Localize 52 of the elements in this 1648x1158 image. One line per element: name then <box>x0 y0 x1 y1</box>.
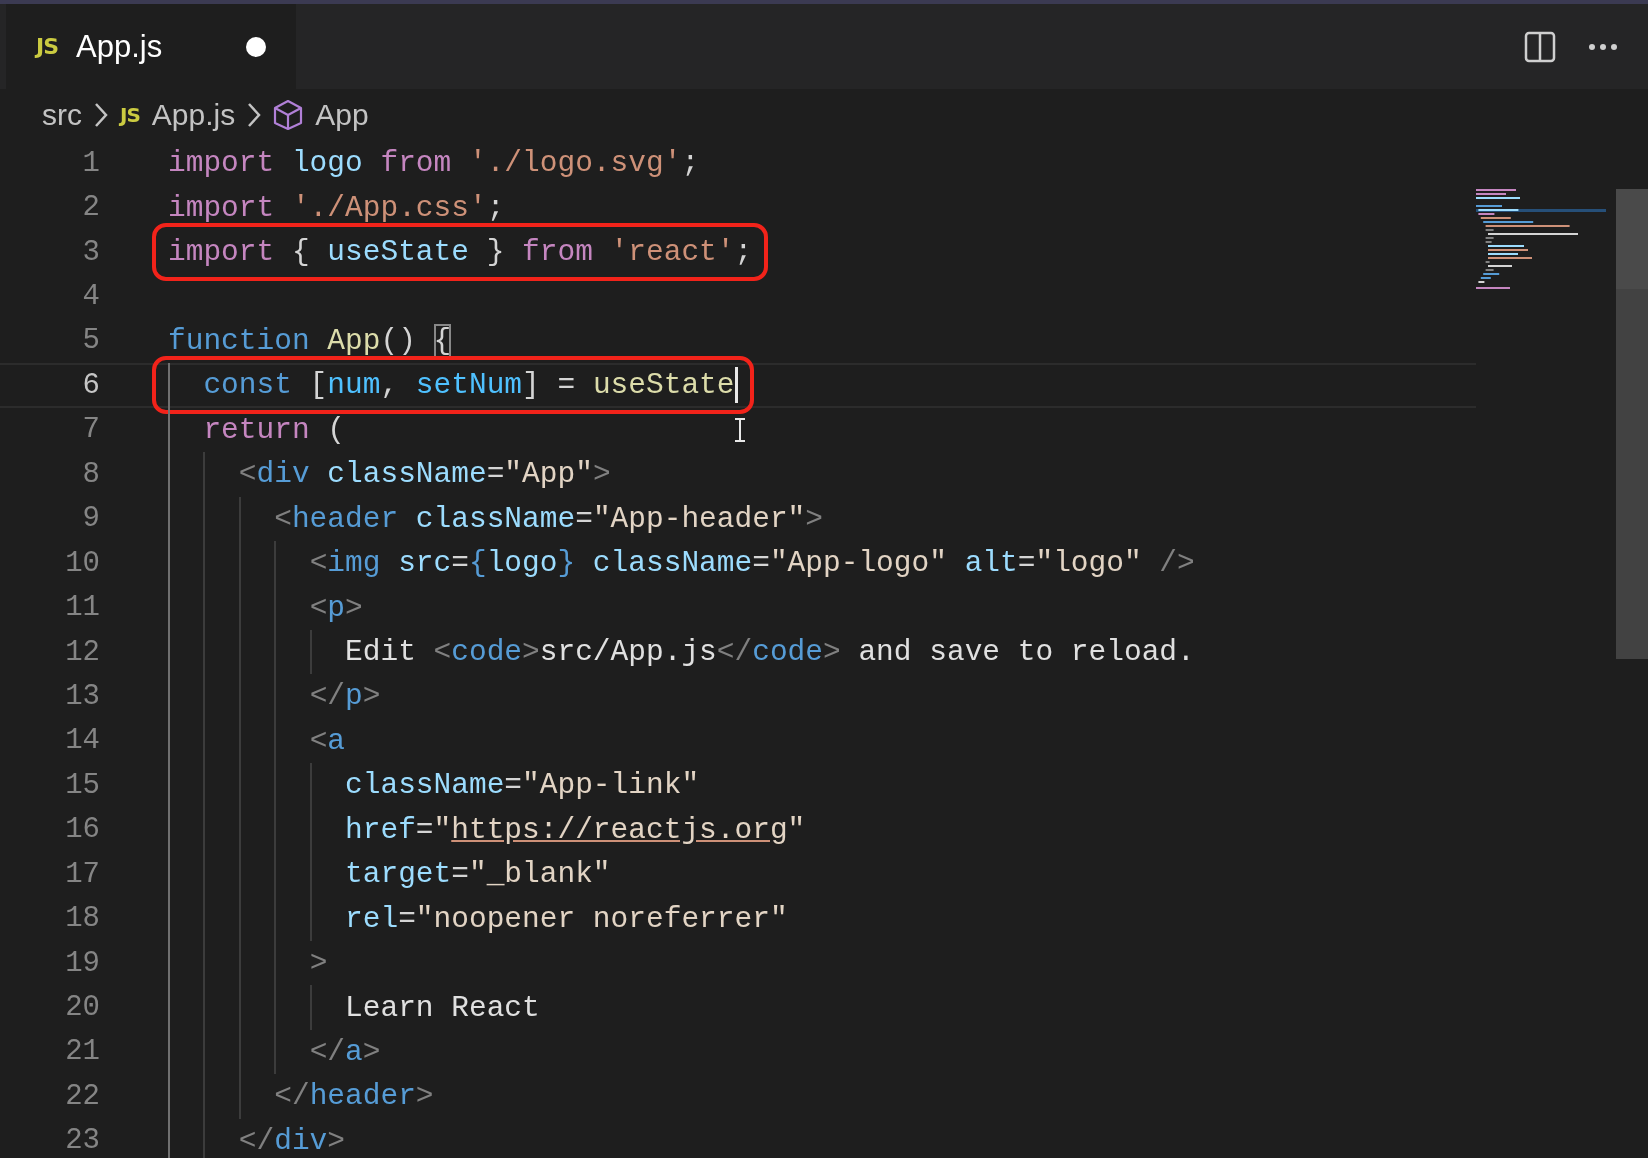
line-number: 7 <box>81 413 100 447</box>
scrollbar-thumb[interactable] <box>1616 189 1648 659</box>
line-number: 11 <box>64 591 100 625</box>
code-line: import logo from './logo.svg'; <box>168 145 700 183</box>
code-line: rel="noopener noreferrer" <box>168 896 788 941</box>
file-tab[interactable]: JS App.js <box>6 4 296 89</box>
line-number: 12 <box>64 635 100 669</box>
line-number: 1 <box>81 146 100 180</box>
js-file-icon: JS <box>36 34 59 59</box>
code-line: </p> <box>168 674 381 719</box>
line-number: 4 <box>81 280 100 314</box>
line-number: 6 <box>81 368 100 402</box>
line-number: 5 <box>81 324 100 358</box>
code-line: <div className="App"> <box>168 452 611 497</box>
line-number: 19 <box>64 946 100 980</box>
tab-label: App.js <box>76 28 164 65</box>
line-number: 3 <box>81 235 100 269</box>
code-line: href="https://reactjs.org" <box>168 807 806 852</box>
line-number: 13 <box>64 679 100 713</box>
code-line: <img src={logo} className="App-logo" alt="logo" /> <box>168 540 1195 586</box>
line-number: 21 <box>64 1035 100 1069</box>
line-number: 15 <box>64 768 100 802</box>
breadcrumb-item[interactable]: App <box>315 98 369 132</box>
code-line: className="App-link" <box>168 763 700 808</box>
code-line: <header className="App-header"> <box>168 496 823 541</box>
line-number: 18 <box>64 902 100 936</box>
line-number: 8 <box>81 457 100 491</box>
code-line: </a> <box>168 1029 381 1075</box>
code-line: Learn React <box>168 985 540 1030</box>
code-line: target="_blank" <box>168 852 611 897</box>
chevron-right-icon <box>247 102 262 128</box>
line-number: 20 <box>64 991 100 1025</box>
line-number: 9 <box>81 502 100 536</box>
breadcrumb-item[interactable]: App.js <box>151 98 236 132</box>
code-line: <a <box>168 718 346 764</box>
cube-icon <box>273 99 304 131</box>
code-line: > <box>168 940 328 986</box>
code-line: </header> <box>168 1074 434 1119</box>
code-line: <p> <box>168 585 363 630</box>
line-number: 2 <box>81 191 100 225</box>
line-number: 23 <box>64 1124 100 1158</box>
line-number: 10 <box>64 546 100 580</box>
js-file-icon: JS <box>120 103 140 127</box>
chevron-right-icon <box>94 102 108 128</box>
line-number: 16 <box>64 813 100 847</box>
code-line: </div> <box>168 1118 346 1158</box>
line-number: 22 <box>64 1079 100 1113</box>
line-number: 17 <box>64 857 100 891</box>
code-line: Edit <code>src/App.js</code> and save to reload. <box>168 629 1195 675</box>
line-number: 14 <box>64 724 100 758</box>
breadcrumb-item[interactable]: src <box>42 98 82 132</box>
text-cursor-icon <box>733 417 747 443</box>
